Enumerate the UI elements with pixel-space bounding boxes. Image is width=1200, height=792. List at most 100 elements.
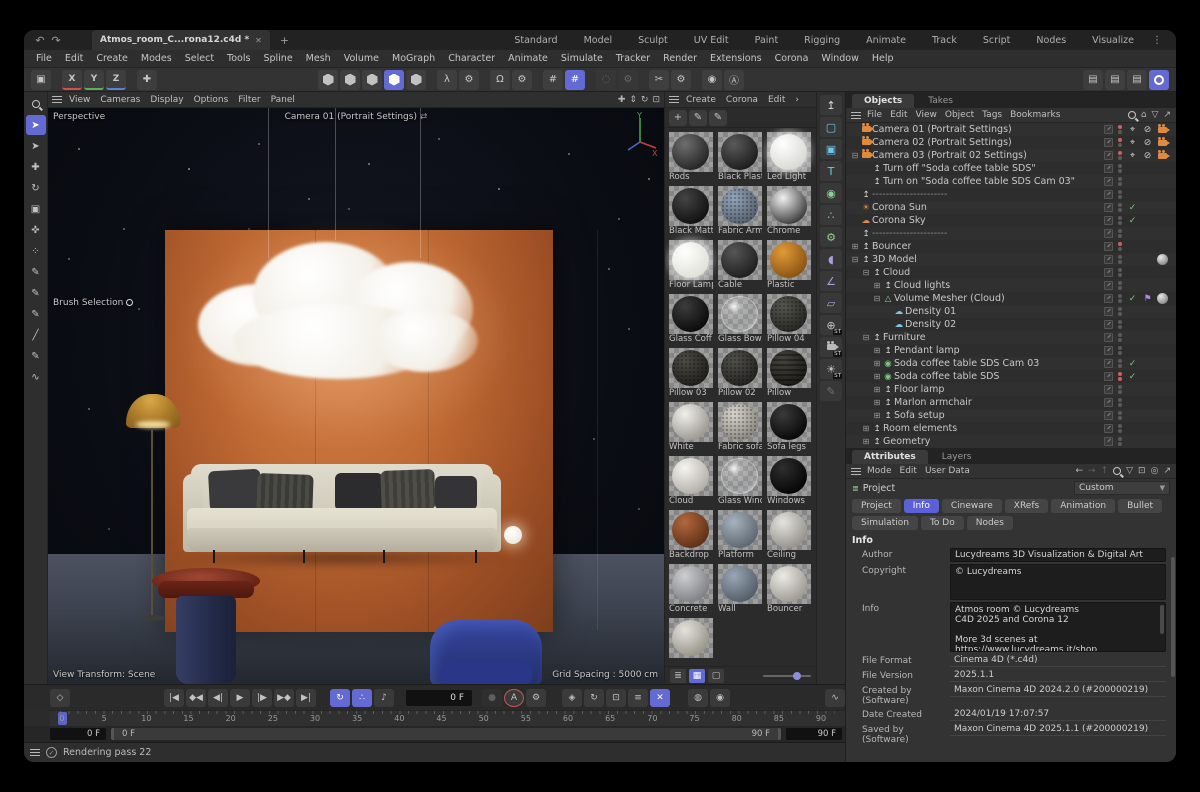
workspace-tab-track[interactable]: Track (920, 33, 969, 48)
material-tile[interactable]: Cloud (669, 456, 713, 507)
visibility-dots[interactable] (1116, 411, 1123, 420)
redo-icon[interactable]: ↷ (48, 34, 64, 47)
textarea-scrollbar[interactable] (1160, 605, 1164, 634)
filter-icon[interactable]: ▽ (1126, 466, 1133, 476)
material-burger-icon[interactable] (669, 96, 679, 103)
chip-cineware[interactable]: Cineware (942, 499, 1002, 513)
preview-size-slider[interactable] (763, 675, 811, 677)
edit-toggle[interactable] (1104, 125, 1113, 134)
visibility-dots[interactable] (1116, 268, 1123, 277)
field-icon[interactable]: ◉ (820, 183, 842, 203)
spline-arc-tool[interactable]: ✎ (26, 304, 46, 324)
tree-expander[interactable]: ⊟ (872, 294, 882, 303)
objects-menu-file[interactable]: File (863, 110, 886, 120)
tree-row[interactable]: ↥---------------------- (846, 227, 1176, 240)
workspace-tab-nodes[interactable]: Nodes (1024, 33, 1078, 48)
edit-toggle[interactable] (1104, 359, 1113, 368)
tree-row[interactable]: ↥Turn on "Soda coffee table SDS Cam 03" (846, 175, 1176, 188)
tab-takes[interactable]: Takes (916, 94, 965, 108)
edit-toggle[interactable] (1104, 203, 1113, 212)
prev-frame-button[interactable]: ◀| (208, 689, 228, 707)
cube-primitive-icon[interactable]: ▣ (820, 139, 842, 159)
up-icon[interactable]: ↑ (1101, 466, 1109, 476)
chip-xrefs[interactable]: XRefs (1005, 499, 1048, 513)
edit-toggle[interactable] (1104, 229, 1113, 238)
generator-icon[interactable]: ⚙ (820, 227, 842, 247)
workspace-tab-model[interactable]: Model (572, 33, 625, 48)
loop-button[interactable]: ↻ (330, 689, 350, 707)
menu-spline[interactable]: Spline (257, 51, 298, 66)
objects-menu-tags[interactable]: Tags (978, 110, 1006, 120)
attributes-menu-user-data[interactable]: User Data (921, 466, 974, 476)
mode-model[interactable] (384, 70, 404, 90)
tree-row[interactable]: ⊞↥Bouncer (846, 240, 1176, 253)
fcurve-button[interactable]: ∿ (825, 689, 845, 707)
visibility-dots[interactable] (1116, 333, 1123, 342)
menu-corona[interactable]: Corona (769, 51, 815, 66)
objects-menu-object[interactable]: Object (941, 110, 978, 120)
rotate-tool[interactable]: ↻ (26, 178, 46, 198)
chip-simulation[interactable]: Simulation (852, 516, 918, 530)
visibility-dots[interactable] (1116, 242, 1123, 251)
tree-expander[interactable]: ⊟ (861, 268, 871, 277)
spline-pen-tool[interactable]: ✎ (26, 262, 46, 282)
field-textarea[interactable]: © Lucydreams (950, 564, 1166, 600)
edit-toggle[interactable] (1104, 138, 1113, 147)
chip-animation[interactable]: Animation (1051, 499, 1115, 513)
material-menu-create[interactable]: Create (681, 94, 721, 106)
polygon-reduction-icon[interactable]: ▱ (820, 293, 842, 313)
workplane-tool[interactable]: ◌ (596, 70, 616, 90)
edit-toggle[interactable] (1104, 242, 1113, 251)
preset-dropdown[interactable]: Custom▼ (1074, 481, 1170, 495)
key-param-toggle[interactable]: ≡ (628, 689, 648, 707)
menu-help[interactable]: Help (866, 51, 900, 66)
lock-icon[interactable]: ⊡ (1138, 466, 1146, 476)
tree-expander[interactable]: ⊟ (861, 333, 871, 342)
workspace-tab-script[interactable]: Script (971, 33, 1023, 48)
visibility-dots[interactable] (1116, 320, 1123, 329)
scene-globe-icon[interactable]: ⊕ST (820, 315, 842, 335)
visibility-dots[interactable] (1116, 190, 1123, 199)
tree-row[interactable]: ⊟↥Cloud (846, 266, 1176, 279)
material-tile[interactable]: Bouncer (767, 564, 811, 615)
render-camera-icon[interactable] (1158, 140, 1167, 146)
document-tab[interactable]: Atmos_room_C...rona12.c4d * ✕ (92, 30, 270, 50)
tree-row[interactable]: ☁Corona Sky✓ (846, 214, 1176, 227)
render-camera-icon[interactable] (1158, 127, 1167, 133)
tree-expander[interactable]: ⊞ (872, 346, 882, 355)
visibility-dots[interactable] (1116, 164, 1123, 173)
material-menu-edit[interactable]: Edit (763, 94, 790, 106)
tree-row[interactable]: ⊞↥Floor lamp (846, 383, 1176, 396)
grid-lock[interactable]: # (565, 70, 585, 90)
edit-toggle[interactable] (1104, 398, 1113, 407)
material-tile[interactable]: Fabric sofa (718, 402, 762, 453)
pick-material-button[interactable]: ✎ (709, 110, 727, 126)
edit-toggle[interactable] (1104, 385, 1113, 394)
axis-modifier-icon[interactable]: ∠ (820, 271, 842, 291)
menu-tracker[interactable]: Tracker (610, 51, 656, 66)
chip-nodes[interactable]: Nodes (967, 516, 1013, 530)
tree-row[interactable]: ⊞◉Soda coffee table SDS✓ (846, 370, 1176, 383)
close-tab-icon[interactable]: ✕ (255, 36, 262, 45)
spline-deformer-icon[interactable]: ◖ (820, 249, 842, 269)
tree-expander[interactable]: ⊞ (861, 437, 871, 446)
search-icon[interactable] (1113, 467, 1121, 475)
scale-tool[interactable]: ▣ (26, 199, 46, 219)
sound-button[interactable]: ♪ (374, 689, 394, 707)
edit-toggle[interactable] (1104, 424, 1113, 433)
next-key-button[interactable]: ▶◆ (274, 689, 294, 707)
visibility-dots[interactable] (1116, 203, 1123, 212)
menu-create[interactable]: Create (90, 51, 134, 66)
metaball-icon[interactable]: ∴ (820, 205, 842, 225)
key-rotation-toggle[interactable]: ↻ (584, 689, 604, 707)
home-icon[interactable]: ⌂ (1141, 110, 1147, 120)
objects-menu-bookmarks[interactable]: Bookmarks (1006, 110, 1064, 120)
character-tool[interactable]: λ (437, 70, 457, 90)
snap-tool[interactable]: Ω (490, 70, 510, 90)
visibility-dots[interactable] (1116, 281, 1123, 290)
camera-swap-icon[interactable]: ⇄ (420, 112, 428, 122)
material-tile[interactable]: Windows (767, 456, 811, 507)
material-tile[interactable]: Floor Lamp (669, 240, 713, 291)
grid-toggle[interactable]: # (543, 70, 563, 90)
material-tile[interactable]: Black Matt (669, 186, 713, 237)
